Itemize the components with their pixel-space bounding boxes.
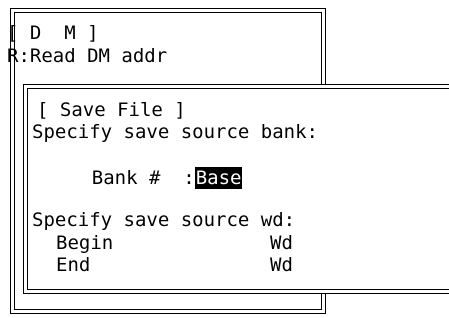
begin-wd-field[interactable]: Wd bbox=[270, 232, 293, 254]
wd-prompt: Specify save source wd: bbox=[32, 209, 296, 231]
save-file-dialog: [ Save File ] Specify save source bank: … bbox=[23, 84, 449, 294]
dm-window-subtitle: R:Read DM addr bbox=[7, 45, 168, 67]
bank-value-field[interactable]: Base bbox=[194, 167, 243, 189]
end-wd-field[interactable]: Wd bbox=[270, 254, 293, 276]
end-label: End bbox=[56, 254, 91, 276]
dialog-title: [ Save File ] bbox=[37, 99, 186, 121]
bank-label: Bank # : bbox=[91, 167, 195, 189]
bank-row: Bank # :Base bbox=[46, 145, 243, 211]
begin-label: Begin bbox=[56, 232, 114, 254]
bank-prompt: Specify save source bank: bbox=[32, 121, 318, 143]
dm-window-title: [ D M ] bbox=[7, 22, 99, 44]
